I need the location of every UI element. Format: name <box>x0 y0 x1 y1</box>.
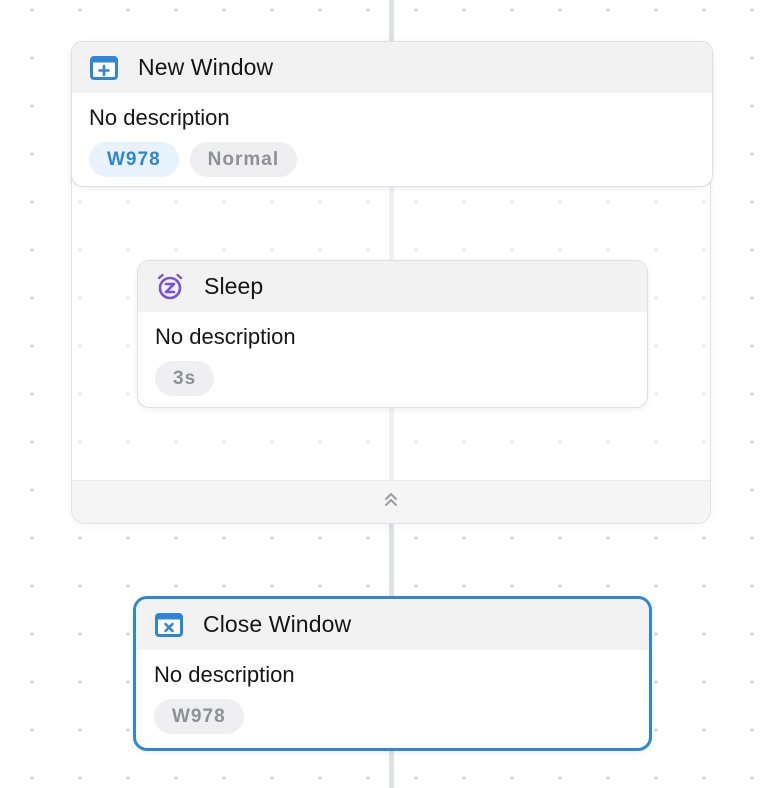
alarm-clock-z-icon <box>155 272 185 302</box>
node-header: New Window <box>72 42 712 93</box>
window-plus-icon <box>89 53 119 83</box>
connector-line-between <box>389 524 394 598</box>
window-close-icon <box>154 610 184 640</box>
node-title: Close Window <box>203 611 352 637</box>
node-title: New Window <box>138 54 274 80</box>
node-header: Close Window <box>136 599 649 650</box>
chevrons-up-icon <box>384 492 398 513</box>
window-id-badge: W978 <box>89 142 179 177</box>
node-description: No description <box>155 324 296 349</box>
node-description: No description <box>89 105 230 130</box>
node-title: Sleep <box>204 273 264 299</box>
node-new-window[interactable]: New Window No description W978 Normal <box>71 41 713 187</box>
workflow-canvas[interactable]: New Window No description W978 Normal Sl… <box>0 0 784 788</box>
node-sleep[interactable]: Sleep No description 3s <box>137 260 648 408</box>
connector-line-bottom <box>389 748 394 788</box>
node-description: No description <box>154 662 295 687</box>
node-close-window[interactable]: Close Window No description W978 <box>133 596 652 751</box>
node-header: Sleep <box>138 261 647 312</box>
duration-badge: 3s <box>155 361 215 396</box>
window-id-badge: W978 <box>154 699 244 734</box>
connector-line-top <box>389 0 394 42</box>
window-type-badge: Normal <box>189 142 298 177</box>
collapse-group-button[interactable] <box>72 480 710 523</box>
